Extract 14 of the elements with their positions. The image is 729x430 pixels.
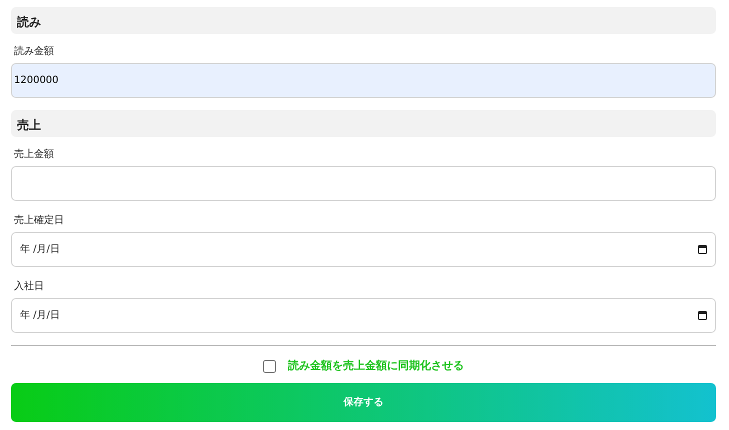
date-field[interactable]: 年 /月/日 [11,298,716,333]
field-label: 読み金額 [14,44,55,59]
field-label: 入社日 [14,280,45,294]
section-header: 読み [11,7,716,34]
field-label: 売上確定日 [14,214,65,228]
field-label: 売上金額 [14,148,55,162]
section-header: 売上 [11,110,716,137]
input-field[interactable]: 1200000 [11,63,716,98]
input-field[interactable] [11,166,716,201]
date-field[interactable]: 年 /月/日 [11,232,716,267]
checkbox[interactable] [263,360,276,373]
sync-label: 読み金額を売上金額に同期化させる [288,358,464,374]
calendar-icon[interactable] [698,311,707,320]
calendar-icon[interactable] [698,245,707,254]
